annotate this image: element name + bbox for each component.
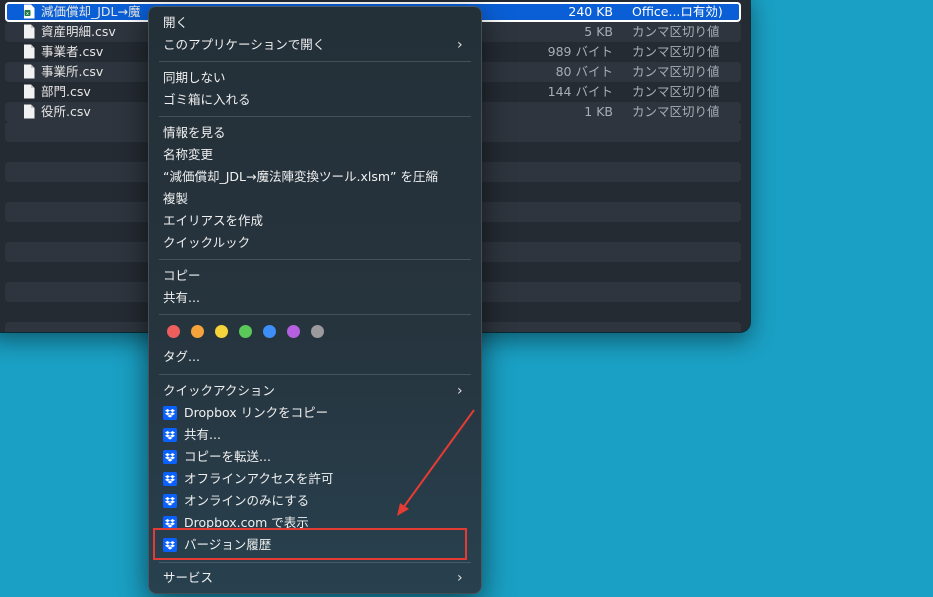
- menu-separator: [159, 374, 471, 375]
- file-kind: Office...ロ有効): [632, 4, 723, 19]
- file-size: 989 バイト: [547, 44, 613, 59]
- file-size: 144 バイト: [547, 84, 613, 99]
- menu-item-quick-actions[interactable]: クイックアクション: [163, 381, 275, 401]
- chevron-right-icon: ›: [457, 383, 463, 399]
- document-icon: [24, 44, 35, 59]
- menu-separator: [159, 562, 471, 563]
- menu-item-dropbox-copy-link[interactable]: Dropbox リンクをコピー: [149, 403, 481, 423]
- file-kind: カンマ区切り値: [632, 44, 720, 59]
- menu-item-tags[interactable]: タグ...: [163, 347, 200, 367]
- tag-purple-dot[interactable]: [287, 325, 300, 338]
- file-size: 1 KB: [584, 104, 613, 119]
- file-name: 事業所.csv: [41, 64, 104, 79]
- excel-file-icon: x: [24, 4, 35, 19]
- menu-item-dropbox-offline[interactable]: オフラインアクセスを許可: [149, 469, 481, 489]
- chevron-right-icon: ›: [457, 37, 463, 53]
- menu-item-dropbox-share[interactable]: 共有...: [149, 425, 481, 445]
- menu-item-open-with[interactable]: このアプリケーションで開く: [163, 35, 325, 55]
- file-name: 資産明細.csv: [41, 24, 116, 39]
- menu-item-no-sync[interactable]: 同期しない: [163, 68, 226, 88]
- annotation-highlight-box: [153, 528, 467, 560]
- file-kind: カンマ区切り値: [632, 104, 720, 119]
- menu-separator: [159, 314, 471, 315]
- file-kind: カンマ区切り値: [632, 64, 720, 79]
- menu-item-trash[interactable]: ゴミ箱に入れる: [163, 90, 251, 110]
- file-size: 80 バイト: [555, 64, 613, 79]
- file-name: 部門.csv: [41, 84, 91, 99]
- menu-item-open[interactable]: 開く: [163, 13, 188, 33]
- menu-item-label: コピーを転送...: [184, 449, 271, 464]
- menu-item-services[interactable]: サービス: [163, 568, 213, 588]
- file-name: 減価償却_JDL→魔: [41, 4, 141, 19]
- tag-gray-dot[interactable]: [311, 325, 324, 338]
- tag-yellow-dot[interactable]: [215, 325, 228, 338]
- document-icon: [24, 104, 35, 119]
- file-name: 事業者.csv: [41, 44, 104, 59]
- menu-separator: [159, 61, 471, 62]
- tag-red-dot[interactable]: [167, 325, 180, 338]
- tag-blue-dot[interactable]: [263, 325, 276, 338]
- file-kind: カンマ区切り値: [632, 24, 720, 39]
- menu-item-rename[interactable]: 名称変更: [163, 145, 213, 165]
- document-icon: [24, 84, 35, 99]
- file-name: 役所.csv: [41, 104, 91, 119]
- menu-separator: [159, 259, 471, 260]
- menu-item-compress[interactable]: “減価償却_JDL→魔法陣変換ツール.xlsm” を圧縮: [163, 167, 438, 187]
- menu-item-copy[interactable]: コピー: [163, 266, 201, 286]
- menu-item-dropbox-online-only[interactable]: オンラインのみにする: [149, 491, 481, 511]
- context-menu: 開く このアプリケーションで開く › 同期しない ゴミ箱に入れる 情報を見る 名…: [148, 6, 482, 594]
- menu-item-label: オンラインのみにする: [184, 493, 310, 508]
- menu-separator: [159, 116, 471, 117]
- menu-item-label: Dropbox リンクをコピー: [184, 405, 329, 420]
- chevron-right-icon: ›: [457, 570, 463, 586]
- menu-item-make-alias[interactable]: エイリアスを作成: [163, 211, 263, 231]
- tag-green-dot[interactable]: [239, 325, 252, 338]
- document-icon: [24, 24, 35, 39]
- document-icon: [24, 64, 35, 79]
- menu-item-label: 共有...: [184, 427, 221, 442]
- menu-item-label: オフラインアクセスを許可: [184, 471, 334, 486]
- menu-item-dropbox-send-copy[interactable]: コピーを転送...: [149, 447, 481, 467]
- file-size: 240 KB: [568, 4, 613, 19]
- menu-item-share[interactable]: 共有...: [163, 288, 200, 308]
- menu-item-quick-look[interactable]: クイックルック: [163, 233, 250, 253]
- svg-text:x: x: [26, 11, 29, 17]
- file-kind: カンマ区切り値: [632, 84, 720, 99]
- menu-item-get-info[interactable]: 情報を見る: [163, 123, 226, 143]
- tag-orange-dot[interactable]: [191, 325, 204, 338]
- menu-item-duplicate[interactable]: 複製: [163, 189, 188, 209]
- file-size: 5 KB: [584, 24, 613, 39]
